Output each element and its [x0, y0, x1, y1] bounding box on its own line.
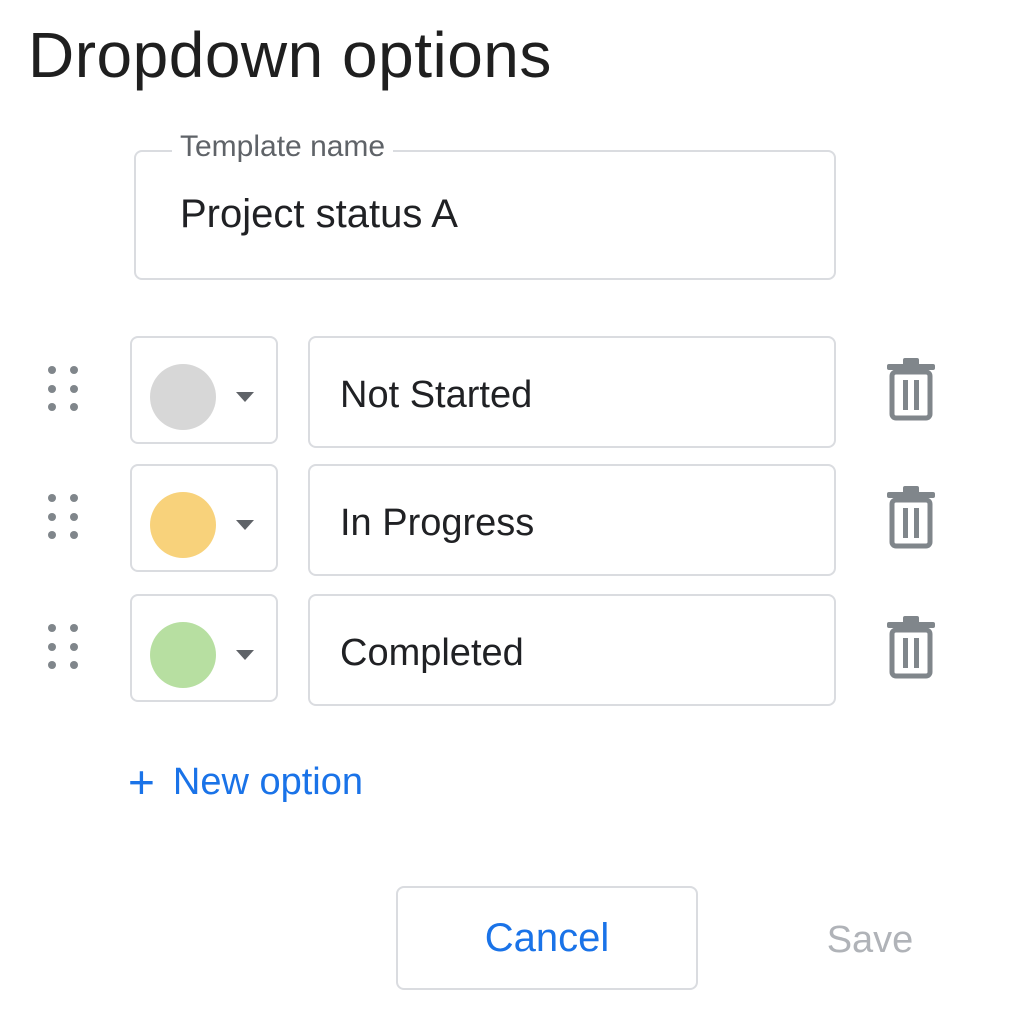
color-picker-button[interactable]: [130, 336, 278, 444]
trash-icon[interactable]: [884, 358, 938, 422]
plus-icon: +: [128, 756, 155, 808]
chevron-down-icon: [236, 392, 254, 402]
option-input[interactable]: Completed: [308, 594, 836, 706]
color-picker-button[interactable]: [130, 464, 278, 572]
color-picker-button[interactable]: [130, 594, 278, 702]
drag-handle-icon[interactable]: [48, 624, 82, 674]
color-swatch: [150, 622, 216, 688]
option-label: Not Started: [340, 374, 533, 416]
new-option-label: New option: [172, 760, 363, 803]
option-label: In Progress: [340, 502, 535, 544]
option-row: Completed: [0, 594, 1024, 706]
cancel-button[interactable]: Cancel: [396, 886, 698, 990]
color-swatch: [150, 492, 216, 558]
dialog-title: Dropdown options: [28, 19, 552, 91]
new-option-button[interactable]: + New option: [128, 752, 363, 812]
color-swatch: [150, 364, 216, 430]
option-label: Completed: [340, 632, 524, 674]
template-name-label: Template name: [172, 130, 394, 164]
option-input[interactable]: In Progress: [308, 464, 836, 576]
save-button[interactable]: Save: [790, 900, 950, 980]
chevron-down-icon: [236, 650, 254, 660]
option-input[interactable]: Not Started: [308, 336, 836, 448]
chevron-down-icon: [236, 520, 254, 530]
template-name-value[interactable]: Project status A: [180, 192, 458, 237]
option-row: In Progress: [0, 464, 1024, 576]
trash-icon[interactable]: [884, 486, 938, 550]
option-row: Not Started: [0, 336, 1024, 448]
drag-handle-icon[interactable]: [48, 494, 82, 544]
drag-handle-icon[interactable]: [48, 366, 82, 416]
trash-icon[interactable]: [884, 616, 938, 680]
